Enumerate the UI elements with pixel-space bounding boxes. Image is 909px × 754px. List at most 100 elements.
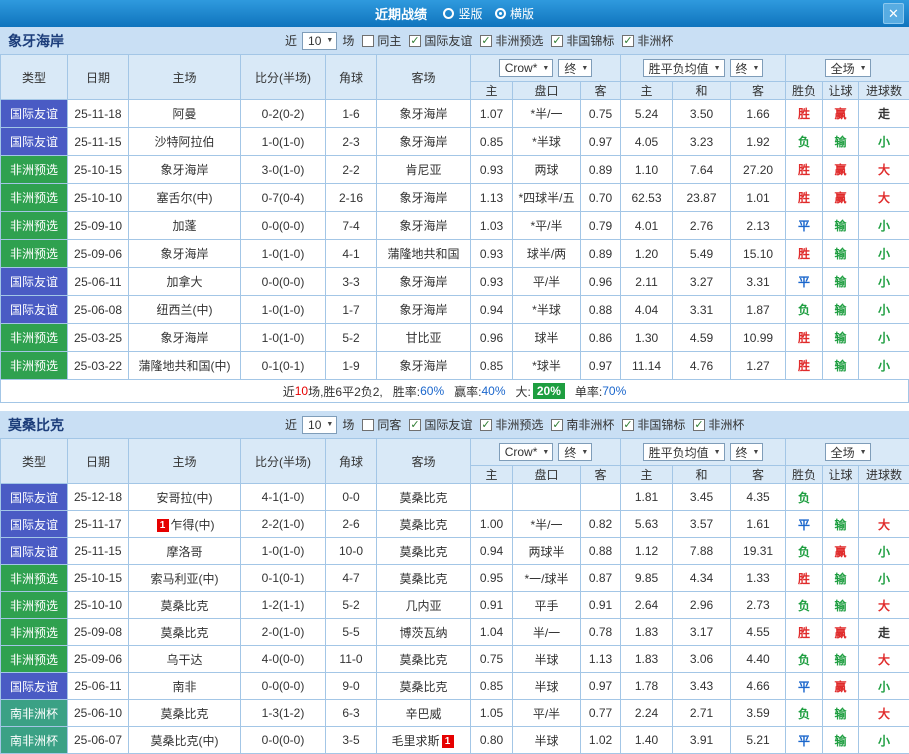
radio-vertical-label: 竖版 xyxy=(458,5,482,22)
col-header-odds-away: 客 xyxy=(581,466,621,484)
match-row: 国际友谊25-06-11南非0-0(0-0)9-0莫桑比克0.85半球0.971… xyxy=(1,673,909,700)
summary-rate2: 40% xyxy=(482,384,506,398)
match-date: 25-10-15 xyxy=(68,565,129,592)
avg-type-select[interactable]: 胜平负均值▼ xyxy=(643,59,725,77)
result-goals: 小 xyxy=(859,240,909,268)
match-row: 国际友谊25-11-15沙特阿拉伯1-0(1-0)2-3象牙海岸0.85*半球0… xyxy=(1,128,909,156)
avg-home: 2.11 xyxy=(621,268,673,296)
select-value: 终 xyxy=(736,60,748,77)
match-date: 25-03-22 xyxy=(68,352,129,380)
home-team: 摩洛哥 xyxy=(129,538,241,565)
home-team: 乌干达 xyxy=(129,646,241,673)
match-score: 1-0(1-0) xyxy=(241,296,326,324)
odds-final-select[interactable]: 终▼ xyxy=(558,59,592,77)
home-team: 象牙海岸 xyxy=(129,324,241,352)
corner-score: 1-6 xyxy=(326,100,377,128)
result-goals: 走 xyxy=(859,100,909,128)
avg-type-select[interactable]: 胜平负均值▼ xyxy=(643,443,725,461)
scope-select[interactable]: 全场▼ xyxy=(825,443,871,461)
odds-handicap: 两球 xyxy=(513,156,581,184)
match-row: 非洲预选25-09-06象牙海岸1-0(1-0)4-1蒲隆地共和国0.93球半/… xyxy=(1,240,909,268)
filter-checkbox-国际友谊[interactable]: 国际友谊 xyxy=(409,32,472,49)
corner-score: 2-16 xyxy=(326,184,377,212)
avg-home: 1.10 xyxy=(621,156,673,184)
result-wdl: 胜 xyxy=(786,100,823,128)
match-date: 25-11-15 xyxy=(68,538,129,565)
odds-handicap: *半/一 xyxy=(513,511,581,538)
filter-checkbox-非洲杯[interactable]: 非洲杯 xyxy=(693,416,744,433)
match-type-badge: 国际友谊 xyxy=(1,511,68,538)
filter-checkbox-南非洲杯[interactable]: 南非洲杯 xyxy=(551,416,614,433)
scope-select[interactable]: 全场▼ xyxy=(825,59,871,77)
match-date: 25-11-15 xyxy=(68,128,129,156)
checkbox-label: 同主 xyxy=(377,32,401,49)
odds-company-select[interactable]: Crow*▼ xyxy=(499,443,554,461)
match-type-badge: 国际友谊 xyxy=(1,100,68,128)
match-row: 国际友谊25-12-18安哥拉(中)4-1(1-0)0-0莫桑比克1.813.4… xyxy=(1,484,909,511)
match-row: 非洲预选25-10-10塞舌尔(中)0-7(0-4)2-16象牙海岸1.13*四… xyxy=(1,184,909,212)
away-team: 毛里求斯1 xyxy=(377,727,471,754)
checkbox-icon xyxy=(622,35,634,47)
layout-horizontal-radio[interactable]: 横版 xyxy=(495,5,534,22)
checkbox-icon xyxy=(622,419,634,431)
filter-checkbox-国际友谊[interactable]: 国际友谊 xyxy=(409,416,472,433)
checkbox-icon xyxy=(362,35,374,47)
away-team: 几内亚 xyxy=(377,592,471,619)
filter-checkbox-非洲杯[interactable]: 非洲杯 xyxy=(622,32,673,49)
home-team: 纽西兰(中) xyxy=(129,296,241,324)
col-header-avg-away: 客 xyxy=(731,466,786,484)
filter-checkbox-非国锦标[interactable]: 非国锦标 xyxy=(622,416,685,433)
avg-draw: 3.06 xyxy=(673,646,731,673)
col-header-home: 主场 xyxy=(129,55,241,100)
result-handicap: 赢 xyxy=(823,184,859,212)
result-wdl: 胜 xyxy=(786,156,823,184)
result-goals: 大 xyxy=(859,156,909,184)
avg-draw: 3.23 xyxy=(673,128,731,156)
avg-draw: 3.45 xyxy=(673,484,731,511)
odds-handicap: *半/一 xyxy=(513,100,581,128)
result-goals: 小 xyxy=(859,727,909,754)
odds-home: 0.94 xyxy=(471,296,513,324)
red-card-icon: 1 xyxy=(442,735,454,748)
match-score: 0-1(0-1) xyxy=(241,352,326,380)
recent-count-select[interactable]: 10▼ xyxy=(302,32,337,50)
avg-final-select[interactable]: 终▼ xyxy=(730,59,764,77)
result-handicap: 赢 xyxy=(823,619,859,646)
match-type-badge: 非洲预选 xyxy=(1,184,68,212)
recent-count-select[interactable]: 10▼ xyxy=(302,416,337,434)
odds-home: 1.05 xyxy=(471,700,513,727)
match-score: 0-0(0-0) xyxy=(241,268,326,296)
checkbox-label: 非国锦标 xyxy=(637,416,685,433)
odds-company-select[interactable]: Crow*▼ xyxy=(499,59,554,77)
close-button[interactable]: ✕ xyxy=(883,3,904,24)
filter-checkbox-同主[interactable]: 同主 xyxy=(362,32,401,49)
corner-score: 4-7 xyxy=(326,565,377,592)
near-label: 近 xyxy=(285,416,297,433)
corner-score: 3-5 xyxy=(326,727,377,754)
odds-away: 1.02 xyxy=(581,727,621,754)
avg-draw: 2.96 xyxy=(673,592,731,619)
match-row: 国际友谊25-11-18阿曼0-2(0-2)1-6象牙海岸1.07*半/一0.7… xyxy=(1,100,909,128)
result-goals: 小 xyxy=(859,128,909,156)
match-type-badge: 非洲预选 xyxy=(1,240,68,268)
result-handicap: 赢 xyxy=(823,673,859,700)
avg-final-select[interactable]: 终▼ xyxy=(730,443,764,461)
filter-checkbox-同客[interactable]: 同客 xyxy=(362,416,401,433)
odds-final-select[interactable]: 终▼ xyxy=(558,443,592,461)
odds-away: 0.77 xyxy=(581,700,621,727)
select-value: 全场 xyxy=(831,444,855,461)
filter-checkbox-非洲预选[interactable]: 非洲预选 xyxy=(480,416,543,433)
avg-away: 1.27 xyxy=(731,352,786,380)
match-type-badge: 国际友谊 xyxy=(1,484,68,511)
filter-checkbox-非国锦标[interactable]: 非国锦标 xyxy=(551,32,614,49)
checkbox-label: 非洲杯 xyxy=(637,32,673,49)
home-team: 蒲隆地共和国(中) xyxy=(129,352,241,380)
corner-score: 1-7 xyxy=(326,296,377,324)
layout-vertical-radio[interactable]: 竖版 xyxy=(443,5,482,22)
avg-away: 4.55 xyxy=(731,619,786,646)
odds-handicap: *半球 xyxy=(513,296,581,324)
filter-checkbox-非洲预选[interactable]: 非洲预选 xyxy=(480,32,543,49)
result-wdl: 胜 xyxy=(786,619,823,646)
match-row: 非洲预选25-03-25象牙海岸1-0(1-0)5-2甘比亚0.96球半0.86… xyxy=(1,324,909,352)
odds-handicap: 半球 xyxy=(513,646,581,673)
